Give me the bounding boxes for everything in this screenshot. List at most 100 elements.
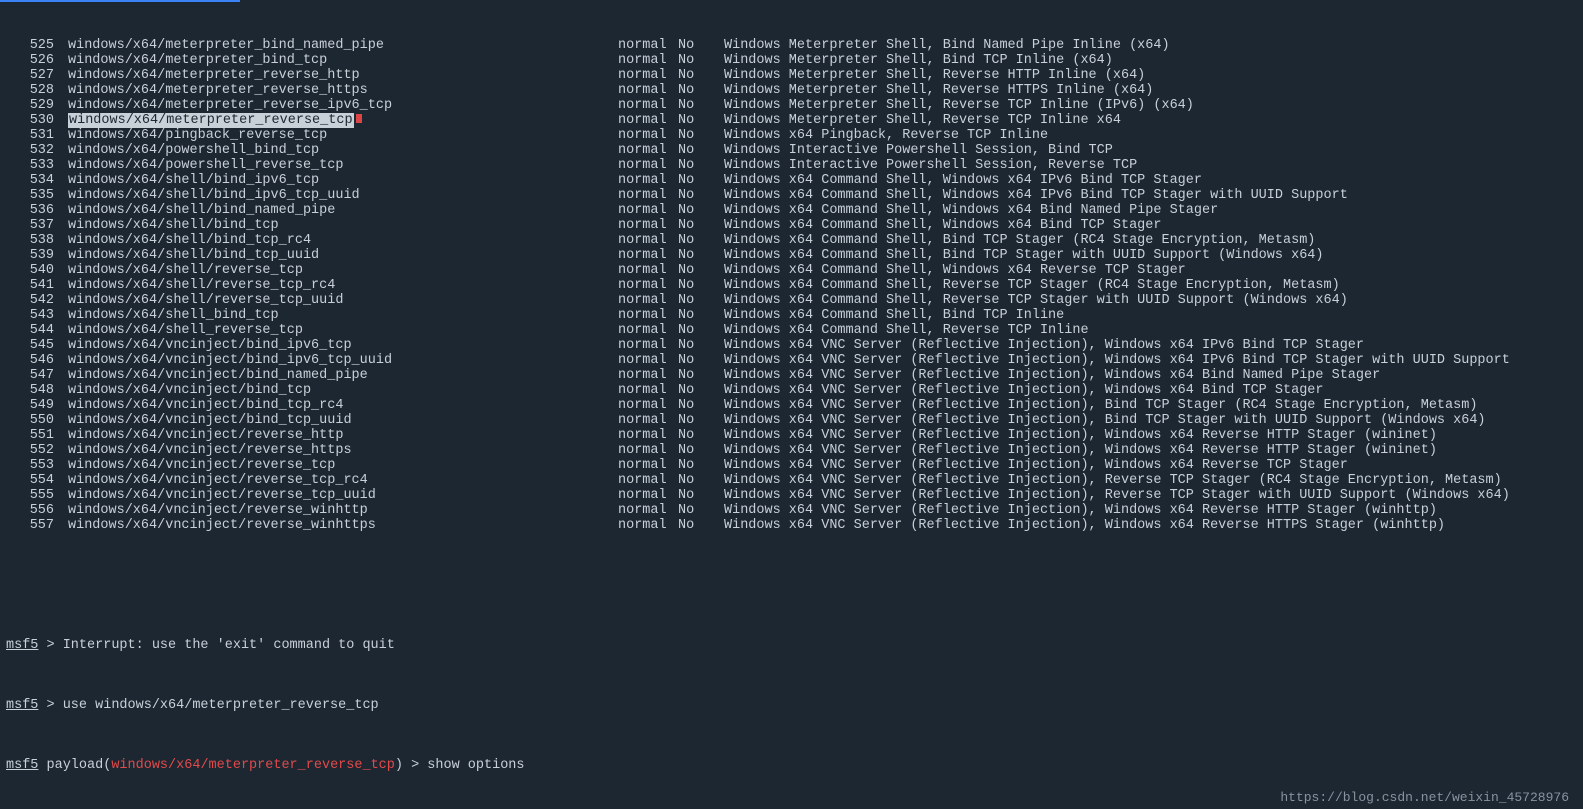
payload-number: 546 [6,353,68,368]
payload-number: 536 [6,203,68,218]
payload-name: windows/x64/shell_reverse_tcp [68,323,618,338]
payload-number: 557 [6,518,68,533]
payload-description: Windows x64 Command Shell, Reverse TCP S… [724,278,1577,293]
prompt-label: msf5 [6,758,38,773]
payload-check: No [678,488,724,503]
payload-check: No [678,68,724,83]
payload-check: No [678,233,724,248]
payload-rank: normal [618,398,678,413]
payload-description: Windows x64 VNC Server (Reflective Injec… [724,518,1577,533]
payload-rank: normal [618,203,678,218]
payload-number: 526 [6,53,68,68]
payload-description: Windows x64 VNC Server (Reflective Injec… [724,368,1577,383]
payload-rank: normal [618,218,678,233]
payload-rank: normal [618,488,678,503]
payload-row: 525windows/x64/meterpreter_bind_named_pi… [6,38,1577,53]
payload-number: 542 [6,293,68,308]
payload-check: No [678,53,724,68]
payload-number: 549 [6,398,68,413]
payload-description: Windows Meterpreter Shell, Reverse TCP I… [724,113,1577,128]
prompt-line-show-options: msf5 payload(windows/x64/meterpreter_rev… [6,758,1577,773]
payload-name: windows/x64/vncinject/reverse_tcp_rc4 [68,473,618,488]
payload-number: 531 [6,128,68,143]
payload-row: 536windows/x64/shell/bind_named_pipenorm… [6,203,1577,218]
payload-description: Windows x64 VNC Server (Reflective Injec… [724,443,1577,458]
payload-description: Windows Meterpreter Shell, Bind TCP Inli… [724,53,1577,68]
payload-rank: normal [618,308,678,323]
payload-description: Windows Meterpreter Shell, Bind Named Pi… [724,38,1577,53]
payload-row: 545windows/x64/vncinject/bind_ipv6_tcpno… [6,338,1577,353]
payload-check: No [678,38,724,53]
payload-name: windows/x64/vncinject/reverse_http [68,428,618,443]
payload-row: 555windows/x64/vncinject/reverse_tcp_uui… [6,488,1577,503]
terminal-output[interactable]: 525windows/x64/meterpreter_bind_named_pi… [0,0,1583,809]
payload-rank: normal [618,128,678,143]
payload-number: 530 [6,113,68,128]
payload-check: No [678,383,724,398]
payload-description: Windows x64 Command Shell, Windows x64 R… [724,263,1577,278]
payload-check: No [678,188,724,203]
payload-rank: normal [618,83,678,98]
payload-name: windows/x64/shell/bind_tcp_rc4 [68,233,618,248]
payload-row: 542windows/x64/shell/reverse_tcp_uuidnor… [6,293,1577,308]
payload-rank: normal [618,368,678,383]
payload-number: 545 [6,338,68,353]
payload-check: No [678,263,724,278]
payload-number: 550 [6,413,68,428]
payload-row: 546windows/x64/vncinject/bind_ipv6_tcp_u… [6,353,1577,368]
payload-row: 553windows/x64/vncinject/reverse_tcpnorm… [6,458,1577,473]
payload-check: No [678,323,724,338]
payload-row: 543windows/x64/shell_bind_tcpnormalNoWin… [6,308,1577,323]
payload-description: Windows x64 VNC Server (Reflective Injec… [724,428,1577,443]
payload-rank: normal [618,293,678,308]
payload-check: No [678,473,724,488]
payload-name: windows/x64/powershell_bind_tcp [68,143,618,158]
payload-check: No [678,248,724,263]
payload-name: windows/x64/vncinject/reverse_winhttps [68,518,618,533]
payload-list: 525windows/x64/meterpreter_bind_named_pi… [6,38,1577,533]
payload-name: windows/x64/pingback_reverse_tcp [68,128,618,143]
payload-row: 535windows/x64/shell/bind_ipv6_tcp_uuidn… [6,188,1577,203]
payload-row: 530windows/x64/meterpreter_reverse_tcpno… [6,113,1577,128]
payload-row: 526windows/x64/meterpreter_bind_tcpnorma… [6,53,1577,68]
payload-description: Windows x64 VNC Server (Reflective Injec… [724,473,1577,488]
payload-description: Windows x64 Command Shell, Bind TCP Inli… [724,308,1577,323]
payload-check: No [678,338,724,353]
payload-row: 552windows/x64/vncinject/reverse_httpsno… [6,443,1577,458]
payload-name: windows/x64/shell/reverse_tcp [68,263,618,278]
payload-description: Windows Interactive Powershell Session, … [724,158,1577,173]
payload-row: 541windows/x64/shell/reverse_tcp_rc4norm… [6,278,1577,293]
prompt-line-interrupt: msf5 > Interrupt: use the 'exit' command… [6,638,1577,653]
payload-check: No [678,428,724,443]
payload-description: Windows x64 Command Shell, Bind TCP Stag… [724,233,1577,248]
payload-number: 543 [6,308,68,323]
payload-rank: normal [618,248,678,263]
payload-number: 534 [6,173,68,188]
payload-check: No [678,143,724,158]
payload-name: windows/x64/shell/bind_tcp_uuid [68,248,618,263]
payload-number: 552 [6,443,68,458]
payload-number: 553 [6,458,68,473]
prompt-suffix: ) > show options [395,758,525,773]
payload-description: Windows x64 VNC Server (Reflective Injec… [724,353,1577,368]
payload-description: Windows x64 Command Shell, Windows x64 I… [724,188,1577,203]
payload-description: Windows Meterpreter Shell, Reverse TCP I… [724,98,1577,113]
payload-description: Windows x64 Command Shell, Windows x64 B… [724,218,1577,233]
prompt-line-use: msf5 > use windows/x64/meterpreter_rever… [6,698,1577,713]
payload-number: 556 [6,503,68,518]
payload-rank: normal [618,413,678,428]
payload-description: Windows Interactive Powershell Session, … [724,143,1577,158]
payload-number: 554 [6,473,68,488]
payload-row: 527windows/x64/meterpreter_reverse_httpn… [6,68,1577,83]
payload-description: Windows x64 Pingback, Reverse TCP Inline [724,128,1577,143]
payload-row: 538windows/x64/shell/bind_tcp_rc4normalN… [6,233,1577,248]
prompt-text: > Interrupt: use the 'exit' command to q… [38,638,394,653]
payload-number: 548 [6,383,68,398]
payload-name: windows/x64/meterpreter_reverse_tcp [68,113,618,128]
payload-row: 551windows/x64/vncinject/reverse_httpnor… [6,428,1577,443]
payload-check: No [678,113,724,128]
payload-description: Windows x64 Command Shell, Windows x64 I… [724,173,1577,188]
payload-name: windows/x64/meterpreter_reverse_https [68,83,618,98]
payload-description: Windows x64 Command Shell, Reverse TCP S… [724,293,1577,308]
payload-row: 528windows/x64/meterpreter_reverse_https… [6,83,1577,98]
